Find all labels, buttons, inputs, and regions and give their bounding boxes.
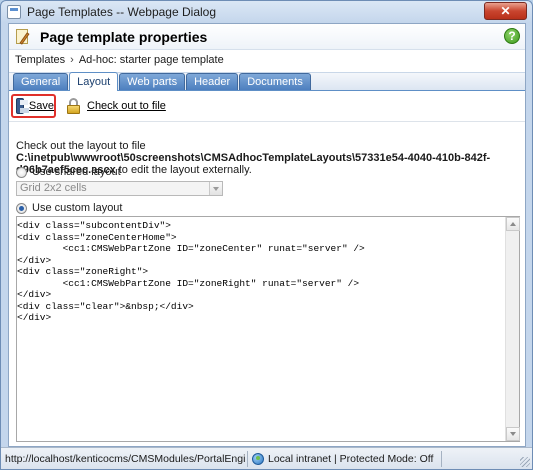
checkout-info-suffix: to edit the layout externally.: [115, 164, 252, 176]
tab-general[interactable]: General: [13, 73, 69, 90]
page-template-edit-icon: [14, 28, 32, 46]
vertical-scrollbar[interactable]: [505, 217, 520, 441]
status-bar: http://localhost/kenticocms/CMSModules/P…: [1, 447, 532, 469]
lock-icon: [67, 98, 81, 114]
globe-icon: [252, 452, 264, 465]
shared-layout-radio[interactable]: [16, 166, 27, 178]
page-title: Page template properties: [40, 28, 208, 45]
window-title: Page Templates -- Webpage Dialog: [27, 5, 216, 19]
toolbar: Save Check out to file: [9, 92, 525, 122]
layout-code-text[interactable]: <div class="subcontentDiv"> <div class="…: [17, 217, 505, 441]
page-header: Page template properties ?: [9, 24, 525, 50]
floppy-disk-icon: [16, 98, 29, 114]
breadcrumb-current: Ad-hoc: starter page template: [78, 54, 224, 66]
save-button[interactable]: Save: [11, 94, 56, 118]
layout-code-editor[interactable]: <div class="subcontentDiv"> <div class="…: [16, 216, 520, 442]
breadcrumb-templates[interactable]: Templates: [15, 54, 65, 66]
check-out-button[interactable]: Check out to file: [67, 95, 166, 117]
custom-layout-radio[interactable]: [16, 202, 27, 214]
save-label: Save: [28, 100, 54, 112]
chevron-down-icon[interactable]: [209, 182, 222, 195]
window-app-icon: [7, 5, 21, 19]
tab-layout[interactable]: Layout: [69, 72, 119, 91]
dialog-window: Page Templates -- Webpage Dialog ✕ Page …: [0, 0, 533, 470]
dialog-content: Page template properties ? Templates › A…: [8, 23, 526, 447]
status-url: http://localhost/kenticocms/CMSModules/P…: [5, 452, 245, 465]
breadcrumb: Templates › Ad-hoc: starter page templat…: [9, 50, 525, 70]
tab-bar: General Layout Web parts Header Document…: [9, 72, 525, 91]
tab-documents[interactable]: Documents: [239, 73, 311, 90]
help-icon[interactable]: ?: [504, 28, 520, 44]
title-bar: Page Templates -- Webpage Dialog ✕: [1, 1, 532, 23]
use-custom-layout-option[interactable]: Use custom layout: [16, 202, 122, 214]
checkout-info-prefix: Check out the layout to file: [16, 140, 146, 152]
resize-grip-icon[interactable]: [520, 457, 530, 467]
scroll-down-arrow-icon[interactable]: [506, 427, 520, 441]
close-button[interactable]: ✕: [484, 2, 527, 20]
shared-layout-selected-value: Grid 2x2 cells: [20, 182, 87, 194]
custom-layout-label: Use custom layout: [32, 202, 123, 214]
status-divider: [247, 450, 248, 467]
check-out-label: Check out to file: [87, 100, 166, 112]
tab-web-parts[interactable]: Web parts: [119, 73, 186, 90]
security-zone: Local intranet | Protected Mode: Off: [268, 452, 434, 465]
shared-layout-select[interactable]: Grid 2x2 cells: [16, 181, 223, 196]
breadcrumb-separator: ›: [70, 54, 74, 66]
status-divider: [441, 450, 443, 467]
shared-layout-label: Use shared layout: [32, 166, 121, 178]
scroll-up-arrow-icon[interactable]: [506, 217, 520, 231]
use-shared-layout-option[interactable]: Use shared layout: [16, 166, 121, 178]
tab-header[interactable]: Header: [186, 73, 239, 90]
